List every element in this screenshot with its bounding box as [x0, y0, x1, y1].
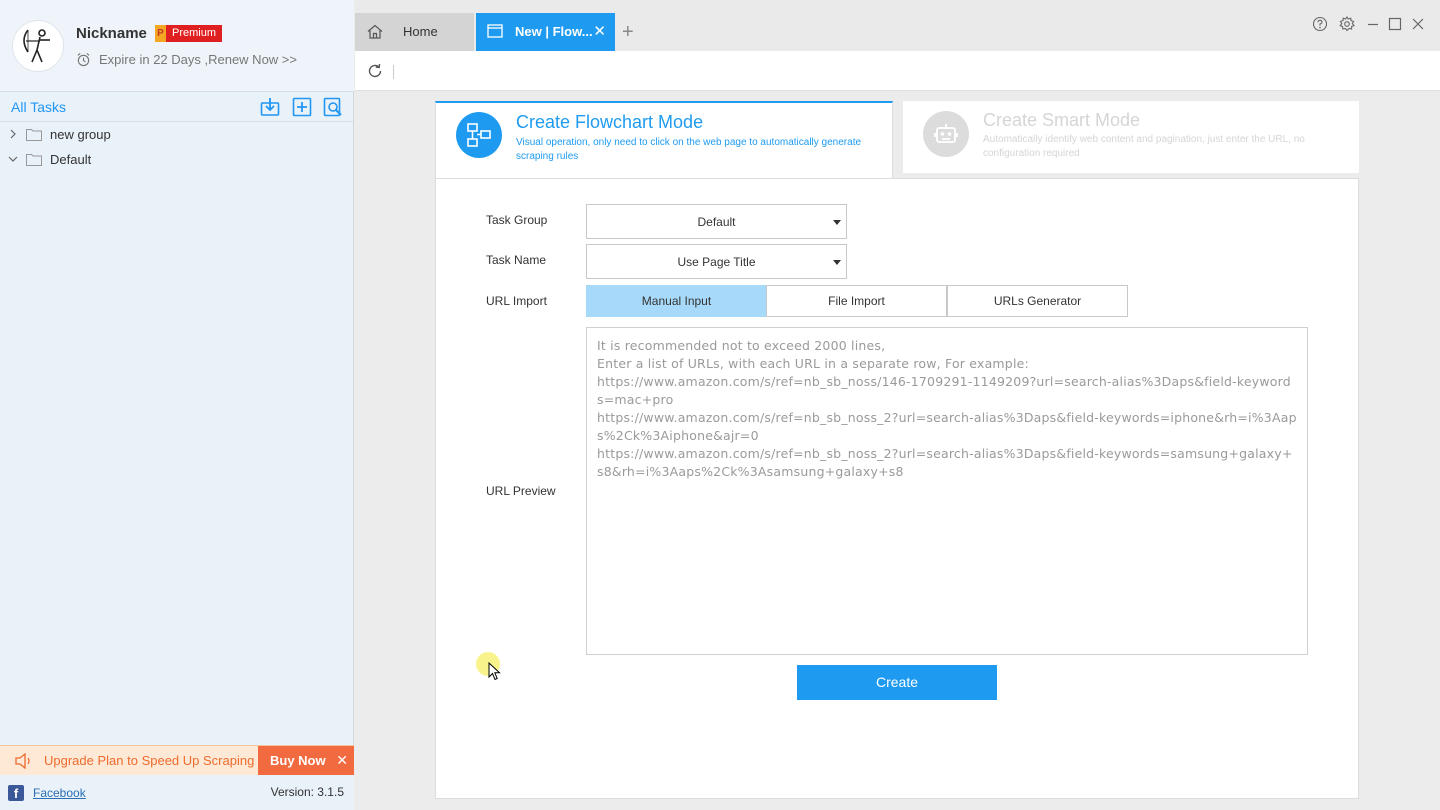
url-input-area[interactable]: It is recommended not to exceed 2000 lin… — [586, 327, 1308, 655]
chevron-down-icon[interactable] — [2, 155, 24, 163]
premium-badge: P Premium — [155, 25, 223, 42]
dropdown-arrow-icon — [833, 260, 841, 265]
archer-logo-icon — [23, 29, 50, 63]
browser-toolbar — [355, 51, 1440, 91]
dropdown-arrow-icon — [833, 220, 841, 225]
premium-badge-label: Premium — [166, 25, 223, 42]
alarm-clock-icon — [77, 52, 90, 67]
folder-icon — [26, 153, 42, 166]
urls-generator-option[interactable]: URLs Generator — [947, 285, 1128, 317]
folder-icon — [26, 128, 42, 141]
task-group-select[interactable]: Default — [586, 204, 847, 239]
task-name-select[interactable]: Use Page Title — [586, 244, 847, 279]
flowchart-mode-card[interactable]: Create Flowchart Mode Visual operation, … — [435, 101, 893, 180]
buy-now-label[interactable]: Buy Now — [270, 753, 326, 768]
facebook-icon[interactable]: f — [8, 785, 24, 801]
url-import-label: URL Import — [486, 294, 547, 308]
premium-badge-letter: P — [155, 25, 166, 42]
tasks-header: All Tasks — [0, 92, 354, 122]
upgrade-text[interactable]: Upgrade Plan to Speed Up Scraping — [44, 753, 254, 768]
new-task-icon[interactable] — [292, 97, 312, 117]
mouse-cursor-icon — [488, 662, 501, 681]
task-group-value: Default — [697, 215, 736, 229]
all-tasks-label[interactable]: All Tasks — [11, 99, 66, 115]
maximize-icon[interactable] — [1387, 16, 1403, 32]
create-task-form: Task Group Default Task Name Use Page Ti… — [435, 178, 1359, 799]
version-text: Version: 3.1.5 — [270, 785, 344, 799]
tab-new-flowchart[interactable]: New | Flow... ✕ — [476, 13, 615, 51]
sidebar-footer: f Facebook Version: 3.1.5 — [0, 775, 354, 810]
tree-item-default[interactable]: Default — [0, 147, 354, 171]
robot-icon — [923, 111, 969, 157]
flowchart-mode-description: Visual operation, only need to click on … — [516, 137, 862, 162]
close-tab-icon[interactable]: ✕ — [593, 22, 606, 40]
file-import-option[interactable]: File Import — [766, 285, 947, 317]
tree-item-label: new group — [50, 126, 111, 142]
buy-now-button[interactable]: Buy Now ✕ — [258, 746, 354, 776]
profile-panel: Nickname P Premium Expire in 22 Days ,Re… — [0, 0, 354, 92]
facebook-link[interactable]: Facebook — [33, 786, 86, 800]
flowchart-mode-title: Create Flowchart Mode — [516, 112, 704, 132]
nickname: Nickname — [76, 25, 147, 42]
search-task-icon[interactable] — [323, 97, 343, 117]
manual-input-option[interactable]: Manual Input — [586, 285, 767, 317]
expire-text[interactable]: Expire in 22 Days ,Renew Now >> — [99, 52, 297, 67]
expire-notice[interactable]: Expire in 22 Days ,Renew Now >> — [76, 52, 297, 67]
gear-icon[interactable] — [1339, 16, 1355, 32]
smart-mode-title: Create Smart Mode — [983, 110, 1141, 130]
toolbar-divider — [393, 65, 394, 79]
task-group-label: Task Group — [486, 213, 548, 227]
create-button[interactable]: Create — [797, 665, 997, 700]
tab-label: New | Flow... — [515, 24, 593, 39]
window-icon — [487, 24, 503, 38]
add-tab-icon[interactable]: + — [622, 21, 634, 44]
upgrade-banner: Upgrade Plan to Speed Up Scraping Buy No… — [0, 745, 354, 776]
tree-item-label: Default — [50, 151, 92, 167]
chevron-right-icon[interactable] — [2, 129, 24, 139]
close-icon[interactable]: ✕ — [336, 752, 348, 769]
avatar[interactable] — [12, 20, 64, 72]
flowchart-mode-icon — [456, 112, 502, 158]
sidebar: Nickname P Premium Expire in 22 Days ,Re… — [0, 0, 354, 810]
tree-item-new-group[interactable]: new group — [0, 122, 354, 146]
minimize-icon[interactable] — [1365, 16, 1381, 32]
close-window-icon[interactable] — [1410, 16, 1426, 32]
tab-bar: Home New | Flow... ✕ + — [355, 0, 1440, 51]
task-name-label: Task Name — [486, 253, 547, 267]
smart-mode-description: Automatically identify web content and p… — [983, 134, 1305, 159]
home-icon — [367, 24, 383, 39]
task-name-value: Use Page Title — [677, 255, 756, 269]
smart-mode-card[interactable]: Create Smart Mode Automatically identify… — [903, 101, 1359, 173]
refresh-icon[interactable] — [366, 62, 384, 80]
speaker-icon — [15, 753, 30, 769]
import-task-icon[interactable] — [260, 97, 280, 117]
url-preview-label: URL Preview — [486, 484, 556, 498]
tab-label: Home — [403, 24, 438, 39]
help-icon[interactable] — [1312, 16, 1328, 32]
tab-home[interactable]: Home — [355, 13, 474, 51]
